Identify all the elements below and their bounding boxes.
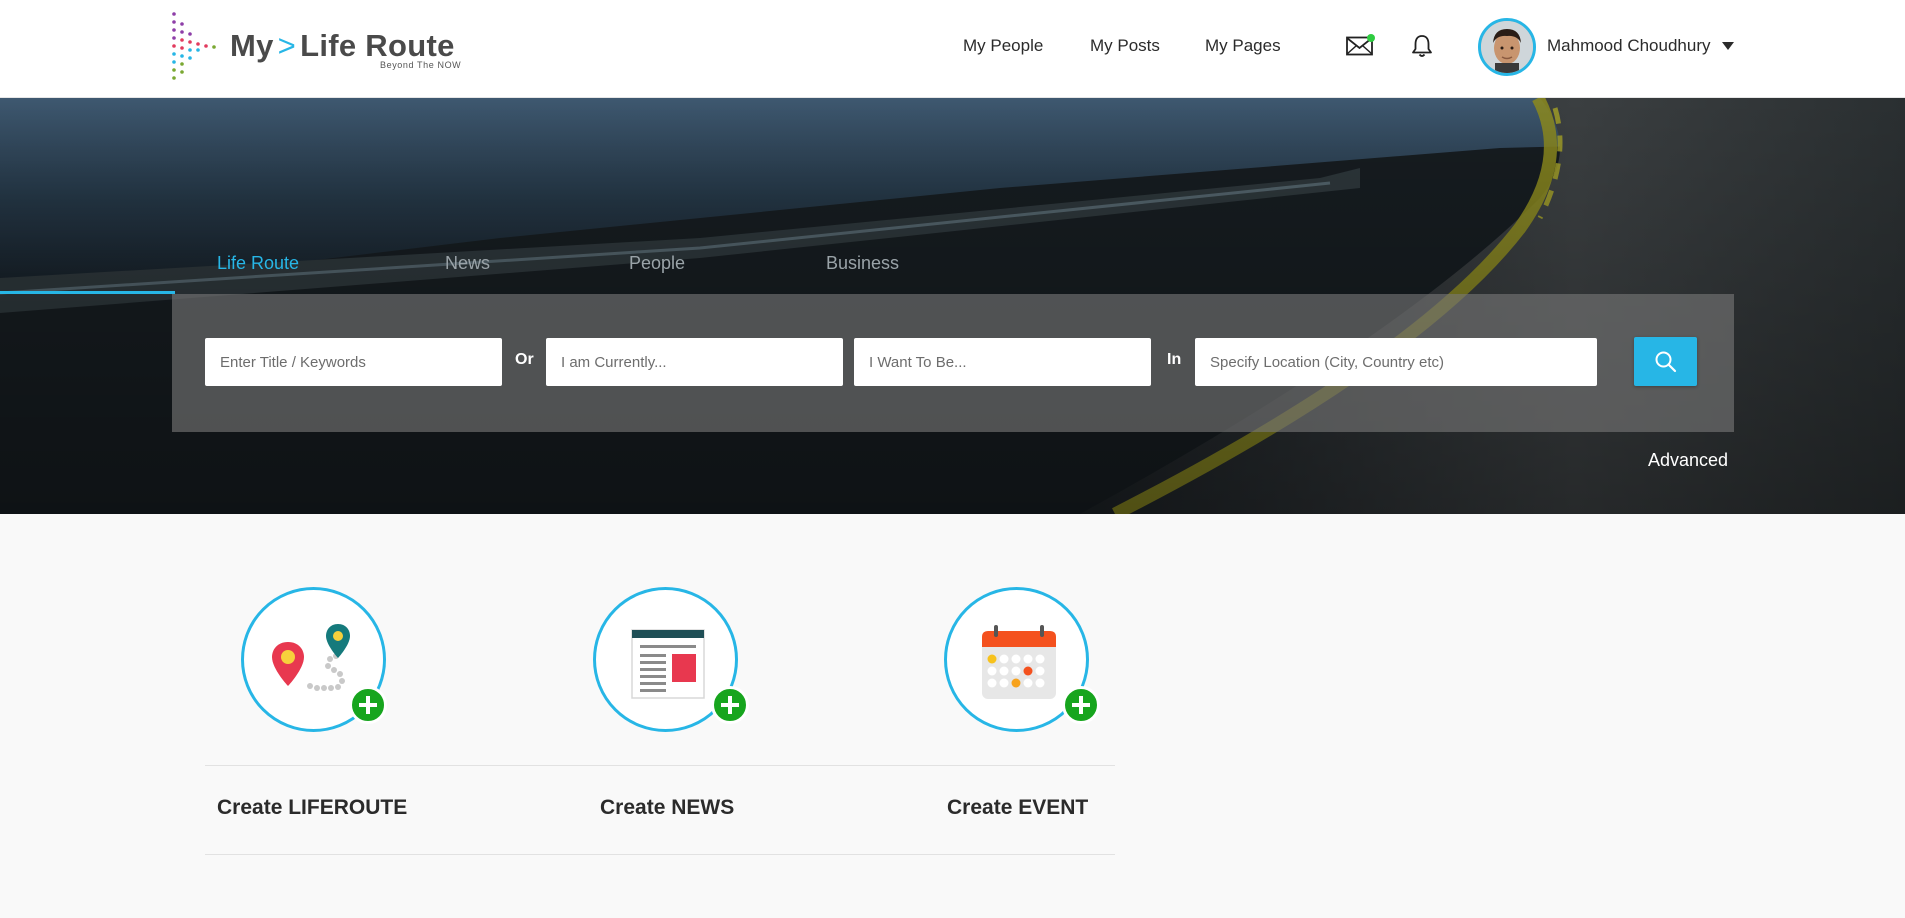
tab-life-route[interactable]: Life Route xyxy=(217,253,299,295)
divider-top xyxy=(205,765,1115,766)
logo-wordmark: My > Life Route xyxy=(230,28,455,64)
want-to-be-input[interactable] xyxy=(854,338,1151,386)
create-news-plus-icon[interactable] xyxy=(711,686,749,724)
divider-bottom xyxy=(205,854,1115,855)
location-input[interactable] xyxy=(1195,338,1597,386)
search-tabs: Life Route News People Business xyxy=(172,253,899,295)
unread-dot xyxy=(1367,34,1375,42)
create-news-label[interactable]: Create NEWS xyxy=(600,796,734,820)
currently-input[interactable] xyxy=(546,338,843,386)
chevron-down-icon[interactable] xyxy=(1722,42,1734,50)
newspaper-icon xyxy=(631,629,705,699)
active-tab-indicator xyxy=(0,291,175,294)
logo[interactable]: My > Life Route Beyond The NOW xyxy=(170,10,480,86)
logo-word-life-route: Life Route xyxy=(300,28,455,63)
logo-mark-icon xyxy=(172,12,216,80)
user-name[interactable]: Mahmood Choudhury xyxy=(1547,36,1710,56)
bell-icon[interactable] xyxy=(1411,34,1433,58)
logo-tagline: Beyond The NOW xyxy=(380,60,462,70)
nav-my-posts[interactable]: My Posts xyxy=(1090,36,1160,56)
hero-banner: Life Route News People Business Or In Ad… xyxy=(0,98,1905,514)
joiner-in: In xyxy=(1167,351,1182,368)
calendar-icon xyxy=(982,625,1056,699)
logo-chevron: > xyxy=(277,28,297,63)
advanced-search-link[interactable]: Advanced xyxy=(1648,450,1728,471)
tab-business[interactable]: Business xyxy=(826,253,899,295)
search-panel: Or In xyxy=(172,294,1734,432)
create-event-label[interactable]: Create EVENT xyxy=(947,796,1088,820)
create-liferoute-label[interactable]: Create LIFEROUTE xyxy=(217,796,407,820)
logo-word-my: My xyxy=(230,28,274,63)
create-liferoute-plus-icon[interactable] xyxy=(349,686,387,724)
create-event-plus-icon[interactable] xyxy=(1062,686,1100,724)
tab-news[interactable]: News xyxy=(445,253,490,295)
search-icon xyxy=(1655,351,1677,373)
joiner-or: Or xyxy=(515,351,534,368)
top-header: My > Life Route Beyond The NOW My People M… xyxy=(0,0,1905,98)
avatar-photo xyxy=(1481,21,1533,73)
avatar[interactable] xyxy=(1478,18,1536,76)
search-button[interactable] xyxy=(1634,337,1697,386)
keywords-input[interactable] xyxy=(205,338,502,386)
nav-my-pages[interactable]: My Pages xyxy=(1205,36,1281,56)
tab-people[interactable]: People xyxy=(629,253,685,295)
map-pins-icon xyxy=(272,624,350,691)
mail-icon[interactable] xyxy=(1346,34,1375,56)
nav-my-people[interactable]: My People xyxy=(963,36,1043,56)
